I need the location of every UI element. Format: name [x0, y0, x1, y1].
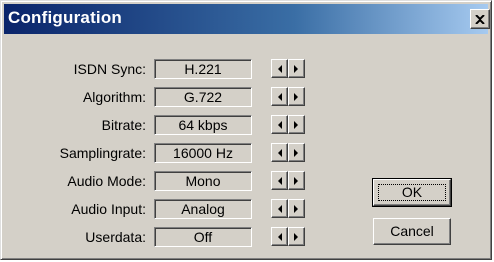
setting-label: Audio Mode:: [67, 173, 146, 189]
increase-userdata-button[interactable]: [288, 227, 305, 246]
arrow-left-icon: [278, 232, 282, 241]
arrow-left-icon: [278, 148, 282, 157]
increase-audio-input-button[interactable]: [288, 199, 305, 218]
decrease-isdn-sync-button[interactable]: [271, 59, 288, 78]
cancel-button[interactable]: Cancel: [373, 218, 451, 245]
arrow-right-icon: [294, 92, 298, 101]
decrease-bitrate-button[interactable]: [271, 115, 288, 134]
arrow-right-icon: [294, 232, 298, 241]
increase-bitrate-button[interactable]: [288, 115, 305, 134]
arrow-right-icon: [294, 64, 298, 73]
arrow-left-icon: [278, 120, 282, 129]
setting-value-bitrate: 64 kbps: [154, 115, 252, 135]
arrow-right-icon: [294, 120, 298, 129]
window-title: Configuration: [8, 8, 123, 27]
setting-label: Algorithm:: [82, 89, 146, 105]
increase-audio-mode-button[interactable]: [288, 171, 305, 190]
ok-button-label: OK: [378, 184, 446, 201]
title-bar[interactable]: Configuration: [4, 4, 490, 34]
arrow-left-icon: [278, 92, 282, 101]
setting-value-samplingrate: 16000 Hz: [154, 143, 252, 163]
ok-button[interactable]: OK: [372, 178, 452, 207]
setting-value-audio-input: Analog: [154, 199, 252, 219]
setting-value-isdn-sync: H.221: [154, 59, 252, 79]
setting-label: ISDN Sync:: [73, 61, 146, 77]
setting-value-algorithm: G.722: [154, 87, 252, 107]
arrow-left-icon: [278, 204, 282, 213]
setting-value-audio-mode: Mono: [154, 171, 252, 191]
increase-samplingrate-button[interactable]: [288, 143, 305, 162]
decrease-audio-input-button[interactable]: [271, 199, 288, 218]
close-icon: [475, 14, 485, 24]
decrease-samplingrate-button[interactable]: [271, 143, 288, 162]
decrease-userdata-button[interactable]: [271, 227, 288, 246]
setting-label: Audio Input:: [71, 201, 146, 217]
setting-label: Samplingrate:: [59, 145, 146, 161]
arrow-left-icon: [278, 176, 282, 185]
decrease-algorithm-button[interactable]: [271, 87, 288, 106]
increase-algorithm-button[interactable]: [288, 87, 305, 106]
setting-label: Bitrate:: [101, 117, 146, 133]
arrow-right-icon: [294, 176, 298, 185]
arrow-right-icon: [294, 204, 298, 213]
configuration-dialog: Configuration ISDN Sync: H.221 Algorithm…: [0, 0, 492, 260]
arrow-left-icon: [278, 64, 282, 73]
close-button[interactable]: [470, 9, 490, 29]
increase-isdn-sync-button[interactable]: [288, 59, 305, 78]
setting-value-userdata: Off: [154, 227, 252, 247]
arrow-right-icon: [294, 148, 298, 157]
setting-label: Userdata:: [85, 229, 146, 245]
decrease-audio-mode-button[interactable]: [271, 171, 288, 190]
